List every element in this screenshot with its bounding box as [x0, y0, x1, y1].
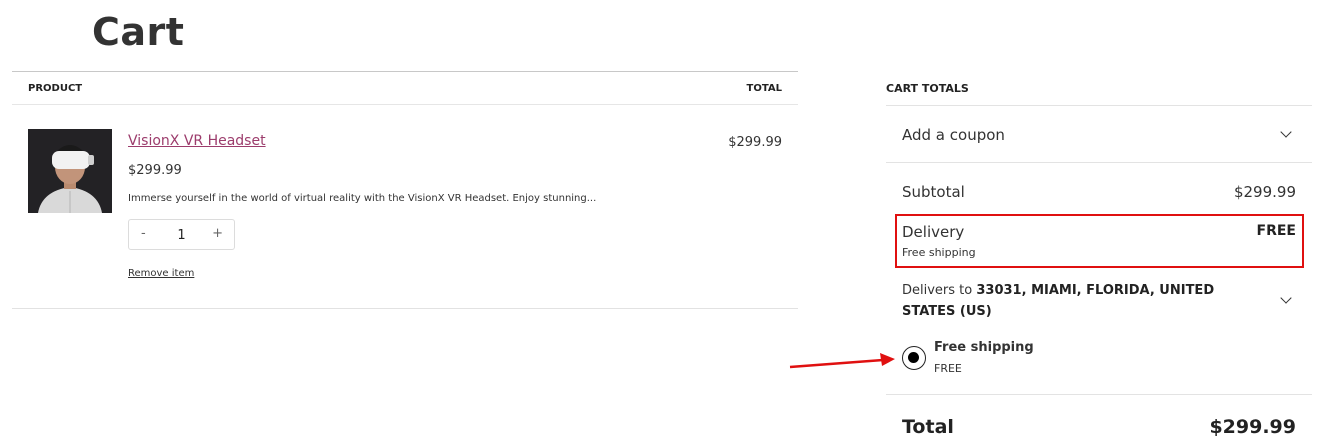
chevron-down-icon	[1280, 126, 1292, 138]
product-image[interactable]	[28, 129, 112, 213]
annotation-arrow-icon	[789, 353, 895, 369]
shipping-option-name: Free shipping	[934, 340, 1034, 355]
cart-totals-heading: CART TOTALS	[886, 82, 969, 95]
vr-headset-person-image	[28, 129, 112, 213]
shipping-option-price: FREE	[934, 362, 962, 375]
divider	[886, 394, 1312, 395]
subtotal-value: $299.99	[1233, 183, 1296, 201]
quantity-stepper: - 1 +	[128, 219, 235, 250]
subtotal-label: Subtotal	[902, 183, 965, 201]
total-label: Total	[902, 416, 954, 438]
product-name-link[interactable]: VisionX VR Headset	[128, 133, 266, 149]
cart-table-header: PRODUCT TOTAL	[12, 72, 798, 105]
remove-item-link[interactable]: Remove item	[128, 268, 194, 279]
add-coupon-label: Add a coupon	[902, 126, 1005, 144]
divider	[886, 162, 1312, 163]
page-title: Cart	[92, 10, 185, 54]
column-header-product: PRODUCT	[28, 83, 83, 94]
product-description: Immerse yourself in the world of virtual…	[128, 193, 597, 204]
shipping-address-toggle[interactable]: Delivers to 33031, MIAMI, FLORIDA, UNITE…	[902, 280, 1252, 322]
delivers-to-prefix: Delivers to	[902, 283, 973, 298]
cart-table: PRODUCT TOTAL VisionX VR Headset $299.99…	[12, 71, 798, 309]
delivery-label: Delivery	[902, 223, 965, 241]
delivery-method: Free shipping	[902, 246, 976, 259]
quantity-increase-button[interactable]: +	[212, 226, 223, 241]
total-value: $299.99	[1209, 416, 1296, 438]
chevron-down-icon	[1280, 292, 1292, 304]
line-total: $299.99	[728, 135, 782, 150]
column-header-total: TOTAL	[746, 83, 782, 94]
product-price: $299.99	[128, 163, 182, 178]
shipping-option-radio[interactable]	[902, 346, 926, 370]
cart-totals-panel: CART TOTALS Add a coupon Subtotal $299.9…	[886, 80, 1312, 447]
delivery-value: FREE	[1256, 223, 1296, 239]
add-coupon-toggle[interactable]: Add a coupon	[886, 106, 1312, 162]
